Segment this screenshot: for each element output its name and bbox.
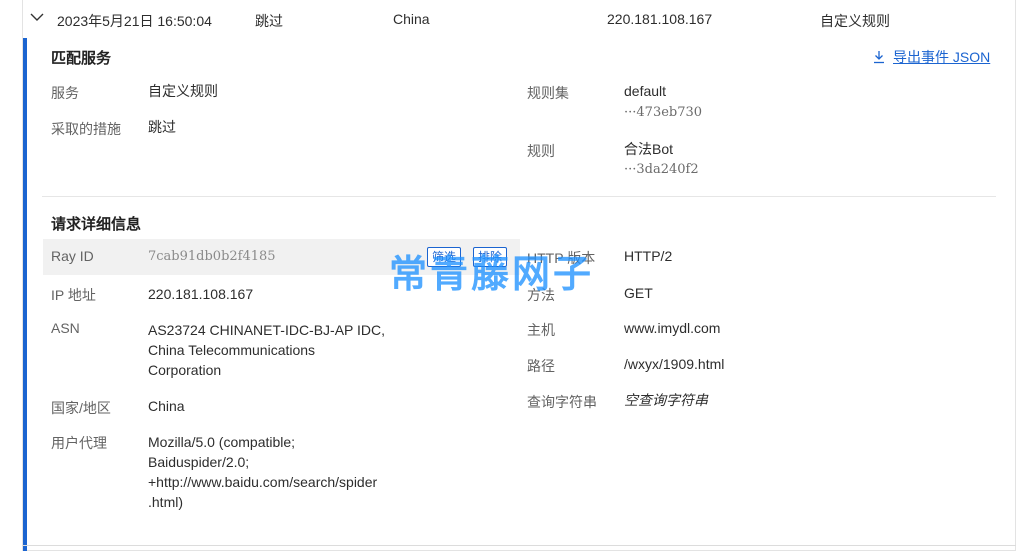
rule-name: 合法Bot	[624, 141, 674, 157]
user-agent-line: Mozilla/5.0 (compatible;	[148, 434, 296, 450]
request-details-title: 请求详细信息	[51, 216, 142, 233]
ip-label: IP 地址	[51, 287, 96, 303]
method-value: GET	[624, 285, 653, 301]
user-agent-line: Baiduspider/2.0;	[148, 454, 250, 470]
ray-id-value: 7cab91db0b2f4185	[148, 249, 276, 264]
asn-line: China Telecommunications	[148, 342, 316, 358]
country-label: 国家/地区	[51, 400, 111, 416]
ruleset-name: default	[624, 83, 667, 99]
user-agent-line: .html)	[148, 494, 183, 510]
event-country: China	[393, 11, 430, 27]
http-version-value: HTTP/2	[624, 248, 673, 264]
rule-id[interactable]: ···3da240f2	[624, 162, 699, 177]
country-value: China	[148, 398, 185, 414]
asn-line: AS23724 CHINANET-IDC-BJ-AP IDC,	[148, 322, 386, 338]
event-action: 跳过	[255, 13, 283, 29]
chevron-down-icon[interactable]	[30, 12, 44, 22]
asn-label: ASN	[51, 320, 80, 336]
ruleset-label: 规则集	[527, 85, 569, 101]
panel-bottom-border	[22, 545, 1016, 546]
service-value: 自定义规则	[148, 83, 218, 99]
asn-line: Corporation	[148, 362, 222, 378]
event-ip: 220.181.108.167	[607, 11, 713, 27]
user-agent-value: Mozilla/5.0 (compatible; Baiduspider/2.0…	[148, 432, 508, 512]
query-string-label: 查询字符串	[527, 394, 597, 410]
ip-value: 220.181.108.167	[148, 286, 254, 302]
service-label: 服务	[51, 85, 79, 101]
path-label: 路径	[527, 358, 555, 374]
export-label: 导出事件 JSON	[893, 49, 991, 65]
path-value: /wxyx/1909.html	[624, 356, 725, 372]
asn-value: AS23724 CHINANET-IDC-BJ-AP IDC, China Te…	[148, 320, 508, 380]
watermark-text: 常青藤网子	[389, 252, 595, 296]
export-event-json-link[interactable]: 导出事件 JSON	[872, 47, 990, 67]
host-label: 主机	[527, 322, 555, 338]
matched-service-title: 匹配服务	[51, 50, 112, 67]
query-string-value: 空查询字符串	[624, 392, 708, 408]
expanded-accent-bar	[23, 38, 27, 551]
event-service: 自定义规则	[820, 13, 890, 29]
action-label: 采取的措施	[51, 121, 121, 137]
event-datetime: 2023年5月21日 16:50:04	[57, 13, 212, 29]
ruleset-id[interactable]: ···473eb730	[624, 105, 702, 120]
ray-id-label: Ray ID	[51, 248, 94, 264]
host-value: www.imydl.com	[624, 320, 721, 336]
event-row[interactable]: 2023年5月21日 16:50:04 跳过 China 220.181.108…	[22, 0, 1016, 38]
user-agent-label: 用户代理	[51, 435, 107, 451]
section-divider	[42, 196, 996, 197]
action-value: 跳过	[148, 119, 176, 135]
rule-label: 规则	[527, 143, 555, 159]
download-icon	[874, 51, 884, 64]
user-agent-line: +http://www.baidu.com/search/spider	[148, 474, 378, 490]
